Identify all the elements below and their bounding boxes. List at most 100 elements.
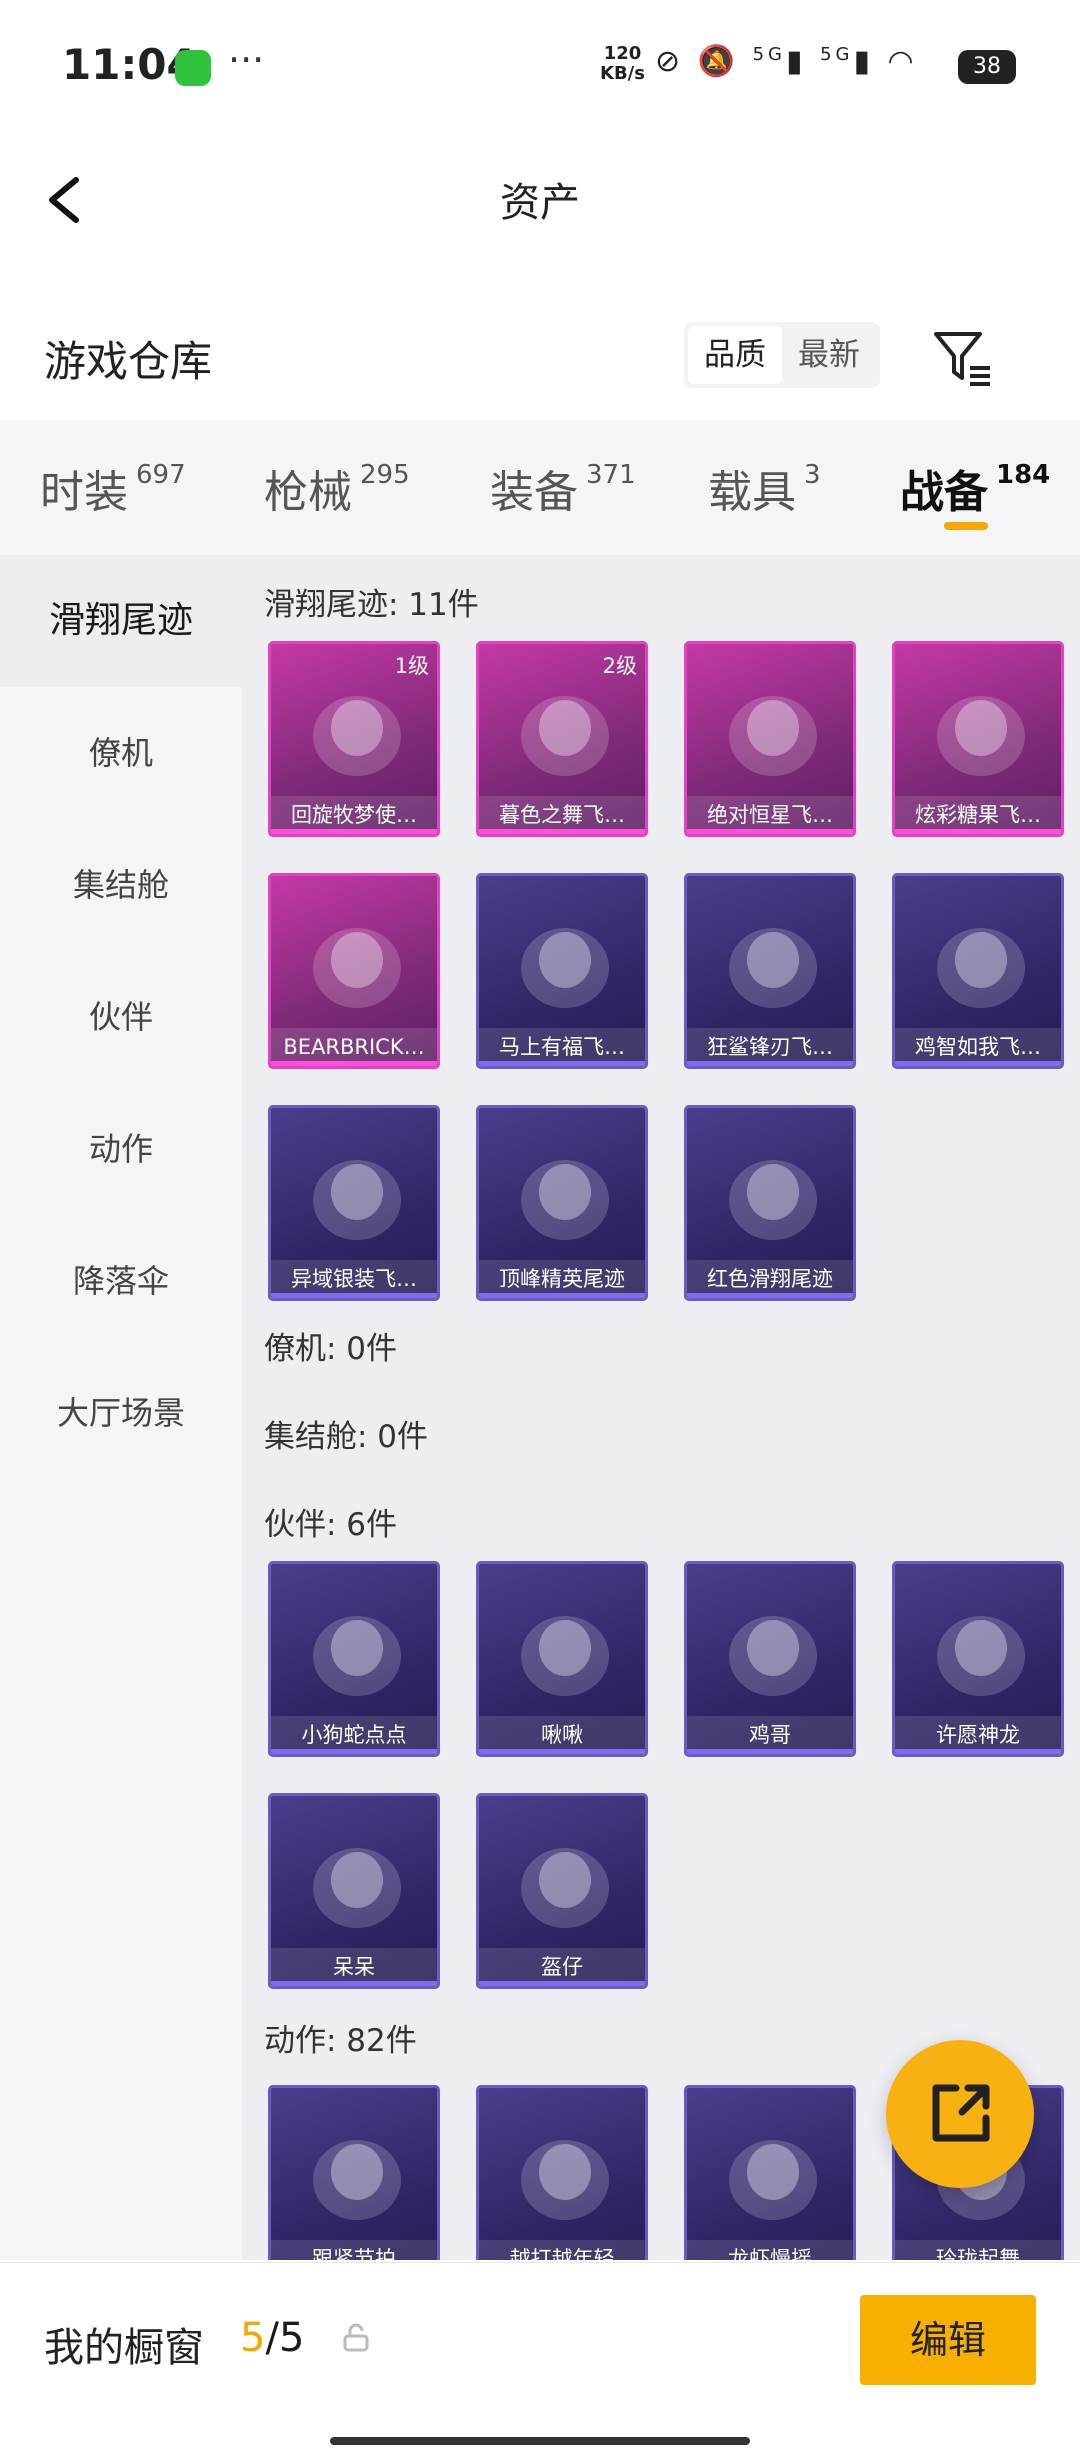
item-artwork-icon (729, 2140, 817, 2220)
showcase-bar: 我的橱窗 5/5 编辑 (0, 2262, 1080, 2461)
item-name: 炫彩糖果飞… (895, 796, 1061, 834)
item-card[interactable]: BEARBRICK… (268, 873, 440, 1069)
item-name: 呆呆 (271, 1948, 437, 1986)
sort-toggle: 品质 最新 (684, 322, 880, 388)
item-name: 龙虾慢摇 (687, 2240, 853, 2260)
network-speed-value: 120 (603, 43, 642, 64)
item-card[interactable]: 2级暮色之舞飞… (476, 641, 648, 837)
item-card[interactable]: 许愿神龙 (892, 1561, 1064, 1757)
share-button[interactable] (886, 2040, 1034, 2188)
tab-label: 装备 (490, 467, 578, 518)
item-level-badge: 2级 (602, 654, 637, 678)
item-artwork-icon (937, 928, 1025, 1008)
item-card[interactable]: 炫彩糖果飞… (892, 641, 1064, 837)
item-artwork-icon (937, 696, 1025, 776)
item-card[interactable]: 龙虾慢摇 (684, 2085, 856, 2260)
tab-equipment[interactable]: 装备 371 (490, 456, 636, 520)
item-card[interactable]: 呆呆 (268, 1793, 440, 1989)
item-artwork-icon (937, 1616, 1025, 1696)
signal-5g-label-2: 5G (820, 44, 854, 65)
tab-count: 697 (136, 460, 186, 490)
sidebar-item-emote[interactable]: 动作 (0, 1083, 242, 1215)
status-bar: 11:04 ··· 120 KB/s ⊘ 🔕 5G▮ 5G▮ ◠ 38 (0, 0, 1080, 130)
item-artwork-icon (729, 928, 817, 1008)
item-artwork-icon (313, 696, 401, 776)
tab-firearms[interactable]: 枪械 295 (264, 456, 410, 520)
sort-latest-button[interactable]: 最新 (782, 326, 876, 384)
item-name: 回旋牧梦使… (271, 796, 437, 834)
tab-label: 时装 (40, 467, 128, 518)
item-name: 小狗蛇点点 (271, 1716, 437, 1754)
section-title-wingman: 僚机: 0件 (264, 1331, 398, 1367)
item-name: 异域银装飞… (271, 1260, 437, 1298)
showcase-label: 我的橱窗 (44, 2325, 204, 2371)
active-tab-indicator (944, 522, 988, 530)
tab-war-prep[interactable]: 战备 184 (900, 456, 1050, 520)
sidebar-item-lobby-scene[interactable]: 大厅场景 (0, 1347, 242, 1479)
battery-icon: 38 (958, 50, 1016, 84)
item-artwork-icon (729, 1616, 817, 1696)
item-card[interactable]: 鸡智如我飞… (892, 873, 1064, 1069)
item-card[interactable]: 小狗蛇点点 (268, 1561, 440, 1757)
item-card[interactable]: 1级回旋牧梦使… (268, 641, 440, 837)
tab-fashion[interactable]: 时装 697 (40, 456, 186, 520)
warehouse-title: 游戏仓库 (44, 337, 213, 386)
item-card[interactable]: 马上有福飞… (476, 873, 648, 1069)
showcase-current: 5 (240, 2315, 266, 2361)
item-artwork-icon (313, 1616, 401, 1696)
message-app-icon (175, 50, 211, 86)
item-card[interactable]: 盔仔 (476, 1793, 648, 1989)
app-header: 资产 (0, 130, 1080, 270)
item-name: 暮色之舞飞… (479, 796, 645, 834)
showcase-separator: / (265, 2315, 279, 2361)
sidebar-item-rally-pod[interactable]: 集结舱 (0, 819, 242, 951)
link-icon: ⊘ (655, 44, 685, 79)
item-artwork-icon (313, 2140, 401, 2220)
item-name: 鸡哥 (687, 1716, 853, 1754)
item-card[interactable]: 顶峰精英尾迹 (476, 1105, 648, 1301)
item-grid-area: 滑翔尾迹: 11件 僚机: 0件 集结舱: 0件 伙伴: 6件 动作: 82件 … (242, 555, 1080, 2260)
tab-label: 枪械 (264, 467, 352, 518)
item-card[interactable]: 跟紧节拍 (268, 2085, 440, 2260)
item-name: 许愿神龙 (895, 1716, 1061, 1754)
sidebar-item-wingman[interactable]: 僚机 (0, 687, 242, 819)
item-name: 跟紧节拍 (271, 2240, 437, 2260)
section-title-emote: 动作: 82件 (264, 2023, 417, 2059)
sidebar-item-companion[interactable]: 伙伴 (0, 951, 242, 1083)
item-artwork-icon (521, 1160, 609, 1240)
tab-label: 战备 (900, 467, 988, 518)
network-speed-unit: KB/s (600, 63, 645, 84)
item-artwork-icon (313, 928, 401, 1008)
item-artwork-icon (521, 696, 609, 776)
sidebar-item-glide-trail[interactable]: 滑翔尾迹 (0, 555, 242, 687)
edit-button[interactable]: 编辑 (860, 2295, 1036, 2385)
item-name: BEARBRICK… (271, 1028, 437, 1066)
section-title-rally-pod: 集结舱: 0件 (264, 1419, 429, 1455)
item-card[interactable]: 啾啾 (476, 1561, 648, 1757)
item-card[interactable]: 鸡哥 (684, 1561, 856, 1757)
sidebar-item-parachute[interactable]: 降落伞 (0, 1215, 242, 1347)
item-artwork-icon (521, 1616, 609, 1696)
item-name: 玲珑起舞 (895, 2240, 1061, 2260)
home-indicator (330, 2437, 750, 2445)
lock-icon (343, 2323, 369, 2352)
item-card[interactable]: 狂鲨锋刃飞… (684, 873, 856, 1069)
item-artwork-icon (521, 2140, 609, 2220)
item-card[interactable]: 红色滑翔尾迹 (684, 1105, 856, 1301)
item-level-badge: 1级 (394, 654, 429, 678)
item-artwork-icon (521, 1848, 609, 1928)
tab-count: 295 (360, 460, 410, 490)
filter-icon (934, 332, 990, 386)
item-card[interactable]: 绝对恒星飞… (684, 641, 856, 837)
signal-icon-2: ▮ (853, 44, 874, 79)
item-card[interactable]: 异域银装飞… (268, 1105, 440, 1301)
filter-button[interactable] (932, 328, 994, 388)
tab-vehicles[interactable]: 载具 3 (708, 456, 821, 520)
item-name: 马上有福飞… (479, 1028, 645, 1066)
more-notifications-icon: ··· (228, 38, 265, 82)
item-card[interactable]: 越打越年轻 (476, 2085, 648, 2260)
item-name: 啾啾 (479, 1716, 645, 1754)
showcase-total: 5 (278, 2315, 305, 2361)
sort-quality-button[interactable]: 品质 (688, 326, 782, 384)
section-title-companion: 伙伴: 6件 (264, 1507, 398, 1543)
